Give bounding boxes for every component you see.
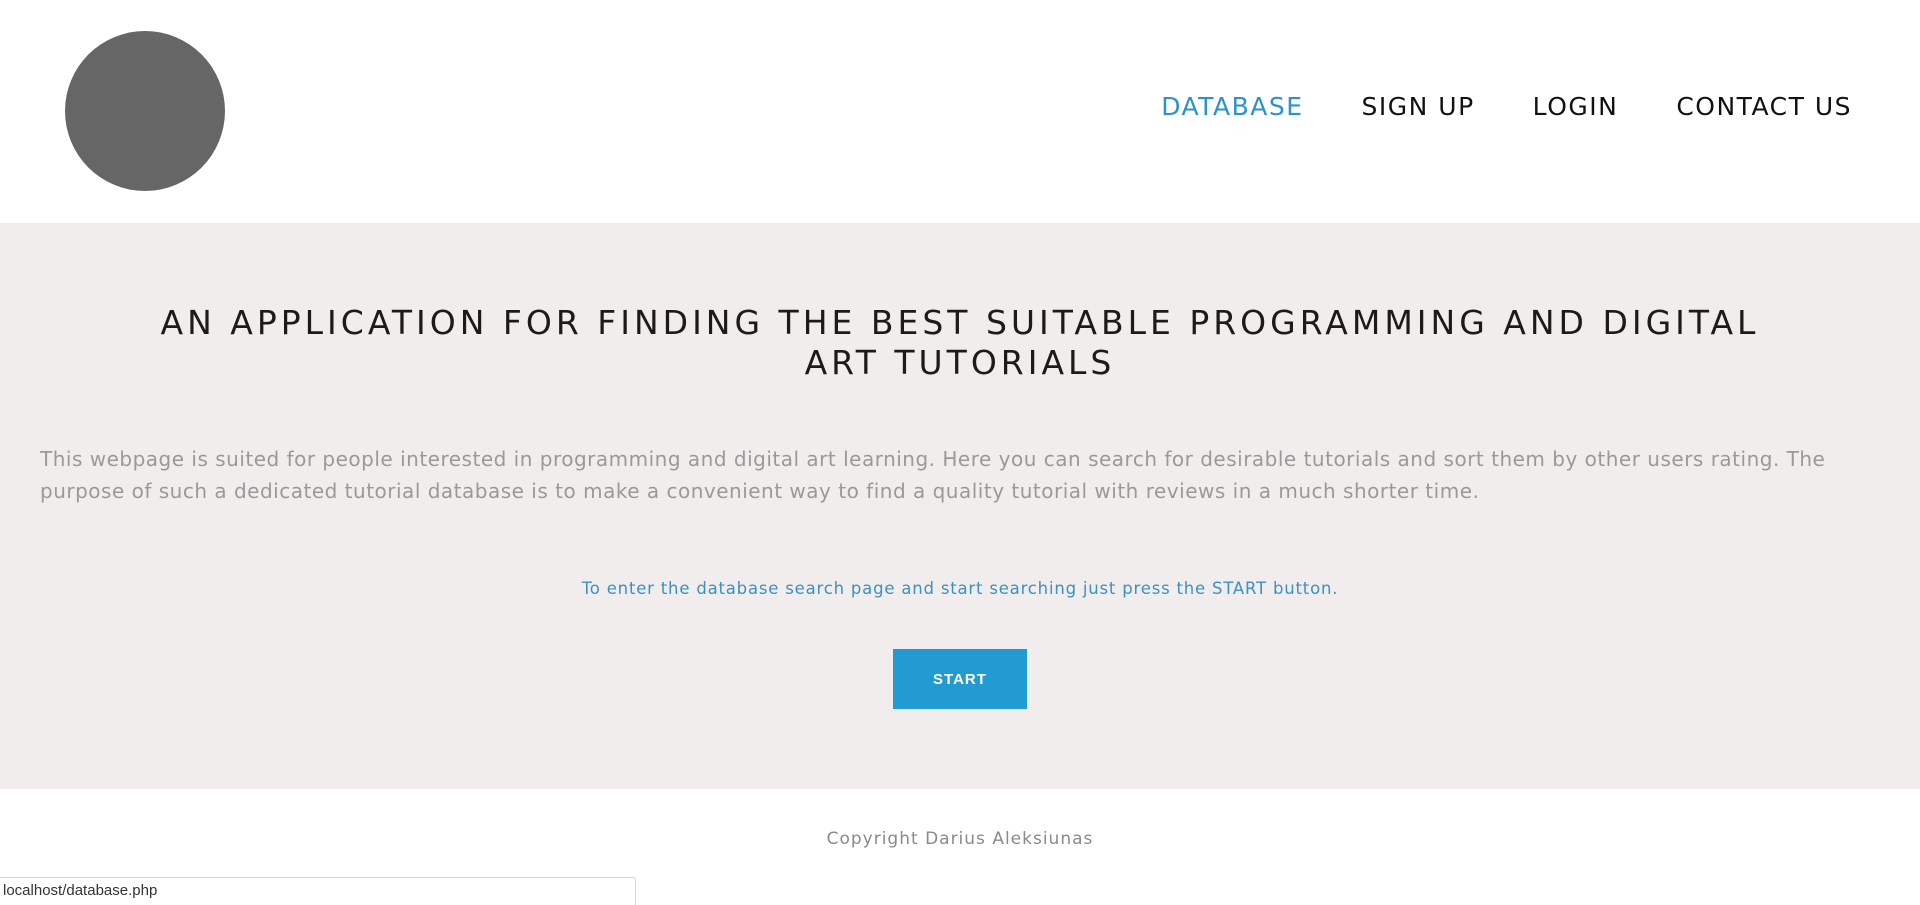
site-header: DATABASE SIGN UP LOGIN CONTACT US [0, 0, 1920, 223]
main-nav: DATABASE SIGN UP LOGIN CONTACT US [1161, 92, 1852, 121]
page-title: AN APPLICATION FOR FINDING THE BEST SUIT… [160, 303, 1760, 382]
start-hint: To enter the database search page and st… [581, 579, 1339, 598]
nav-sign-up-link[interactable]: SIGN UP [1362, 92, 1475, 121]
logo[interactable] [65, 31, 225, 191]
start-button[interactable]: START [893, 649, 1027, 709]
nav-contact-us-link[interactable]: CONTACT US [1676, 92, 1852, 121]
nav-login-link[interactable]: LOGIN [1533, 92, 1619, 121]
intro-paragraph: This webpage is suited for people intere… [40, 447, 1826, 503]
browser-status-bar: localhost/database.php [0, 877, 636, 905]
copyright-text: Copyright Darius Aleksiunas [826, 829, 1094, 849]
hero-section: AN APPLICATION FOR FINDING THE BEST SUIT… [0, 223, 1920, 789]
nav-database-link[interactable]: DATABASE [1161, 92, 1303, 121]
